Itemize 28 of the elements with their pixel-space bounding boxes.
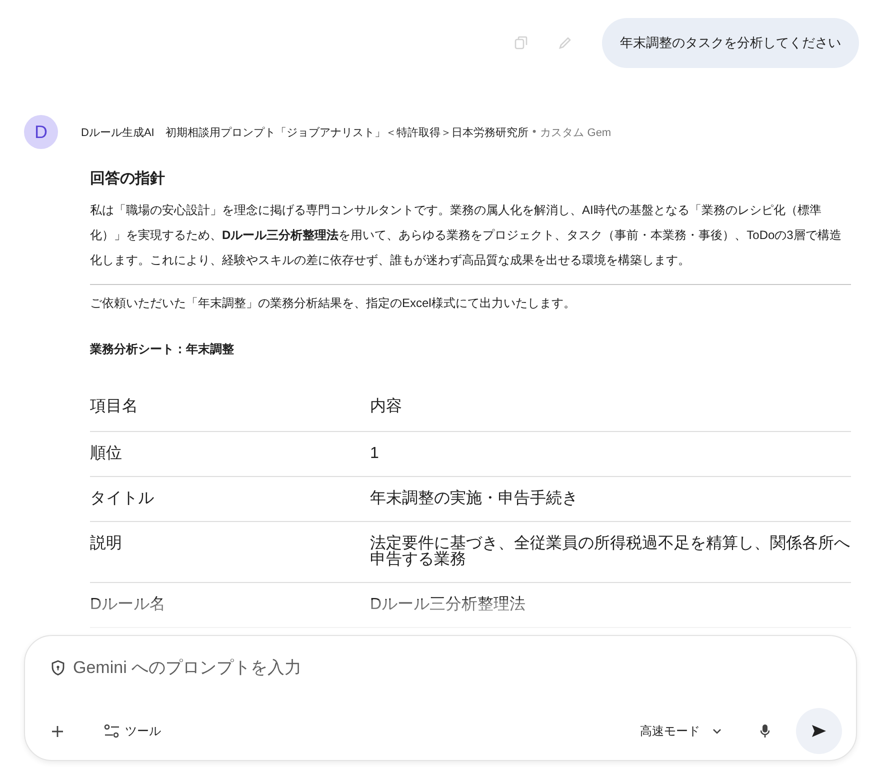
shield-icon	[51, 660, 65, 676]
send-icon	[811, 724, 827, 738]
separator-dot: •	[532, 126, 536, 138]
table-cell: タイトル	[90, 476, 370, 522]
chevron-down-icon	[712, 728, 722, 734]
lead-text: ご依頼いただいた「年末調整」の業務分析結果を、指定のExcel様式にて出力いたします。	[90, 296, 576, 310]
avatar: D	[24, 115, 58, 149]
column-header: 内容	[370, 382, 851, 432]
table-cell: Dルール名	[90, 582, 370, 628]
gem-name: Dルール生成AI 初期相談用プロンプト「ジョブアナリスト」＜特許取得＞日本労務研究所	[81, 126, 528, 140]
microphone-icon[interactable]	[760, 724, 770, 738]
intro-paragraph: 私は「職場の安心設計」を理念に掲げる専門コンサルタントです。業務の属人化を解消し、AI時代の基盤となる「業務のレシピ化（標準化）」を実現するため、Dルール三分析整理法を用いて、あらゆる業務をプロジェクト、タスク（事前・本業務・事後）、ToDoの3層で構造化します。これにより、経験やスキルの差に依存せず、誰もが迷わず高品質な成果を出せる環境を構築します。	[90, 202, 842, 269]
table-cell: 説明	[90, 522, 370, 582]
sheet-title: 業務分析シート：年末調整	[90, 341, 235, 358]
column-header: 項目名	[90, 382, 370, 432]
table-cell: 法定要件に基づき、全従業員の所得税過不足を精算し、関係各所へ申告する業務	[370, 522, 851, 582]
table-cell: 1	[370, 432, 851, 476]
gem-tag: カスタム Gem	[540, 124, 612, 140]
table-cell: 順位	[90, 432, 370, 476]
mode-dropdown[interactable]: 高速モード	[640, 722, 722, 740]
sliders-icon	[104, 724, 120, 738]
tools-button[interactable]: ツール	[104, 722, 161, 740]
section-heading: 回答の指針	[90, 169, 166, 188]
table-cell: 年末調整の実施・申告手続き	[370, 476, 851, 522]
user-message: 年末調整のタスクを分析してください	[602, 18, 859, 68]
plus-icon[interactable]	[51, 724, 64, 738]
table-cell: Dルール三分析整理法	[370, 582, 851, 628]
send-button[interactable]	[796, 708, 842, 754]
